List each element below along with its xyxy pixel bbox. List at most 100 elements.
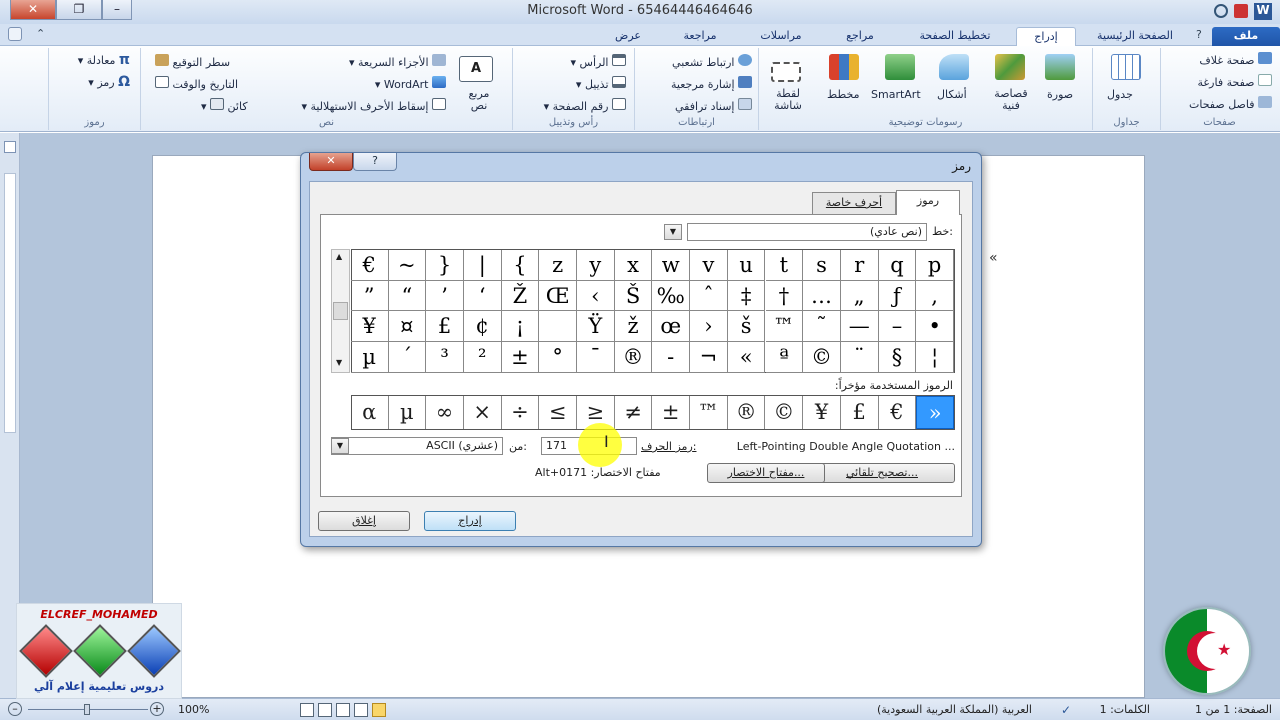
symbol-cell[interactable]: y: [577, 250, 615, 281]
font-dropdown-icon[interactable]: ▼: [664, 224, 682, 240]
dialog-close-button[interactable]: ✕: [309, 153, 353, 171]
symbol-cell[interactable]: ›: [690, 311, 728, 343]
symbol-cell[interactable]: ¯: [577, 342, 615, 373]
symbol-cell[interactable]: ’: [426, 280, 464, 312]
recent-symbol[interactable]: ®: [728, 396, 766, 429]
cover-page-button[interactable]: صفحة غلاف: [1199, 52, 1272, 67]
recent-symbol[interactable]: µ: [389, 396, 427, 429]
symbol-cell[interactable]: ‰: [652, 280, 691, 312]
symbol-cell[interactable]: •: [916, 311, 954, 343]
tab-file[interactable]: ملف: [1212, 27, 1280, 46]
tab-references[interactable]: مراجع: [830, 27, 890, 46]
bookmark-button[interactable]: إشارة مرجعية: [671, 76, 752, 91]
symbol-cell[interactable]: q: [878, 250, 917, 281]
symbol-cell[interactable]: †: [765, 280, 804, 312]
word-count[interactable]: الكلمات: 1: [1100, 703, 1150, 716]
symbol-cell[interactable]: œ: [652, 311, 691, 343]
scroll-up-icon[interactable]: ▲: [336, 252, 342, 261]
recent-symbol[interactable]: α: [351, 396, 389, 429]
tab-page-layout[interactable]: تخطيط الصفحة: [905, 27, 1005, 46]
symbol-cell[interactable]: ”: [350, 280, 389, 312]
drop-cap-button[interactable]: إسقاط الأحرف الاستهلالية ▾: [301, 98, 446, 113]
close-window-button[interactable]: ✕: [10, 0, 56, 20]
tab-view[interactable]: عرض: [598, 27, 658, 46]
symbol-cell[interactable]: ª: [765, 342, 804, 373]
quick-parts-button[interactable]: الأجزاء السريعة ▾: [349, 54, 446, 69]
symbol-cell[interactable]: ©: [803, 342, 841, 373]
symbol-cell[interactable]: ™: [765, 311, 804, 343]
page-number-button[interactable]: رقم الصفحة ▾: [544, 98, 626, 113]
shapes-button[interactable]: أشكال: [937, 88, 967, 101]
symbol-cell[interactable]: €: [350, 250, 389, 281]
symbol-cell[interactable]: ´: [388, 342, 427, 373]
symbol-cell[interactable]: t: [765, 250, 804, 281]
symbol-cell[interactable]: —: [840, 311, 879, 343]
recent-symbol-selected[interactable]: »: [916, 396, 954, 429]
tab-home[interactable]: الصفحة الرئيسية: [1085, 27, 1185, 46]
tab-insert[interactable]: إدراج: [1016, 27, 1076, 46]
scroll-thumb[interactable]: [333, 302, 348, 320]
print-layout-icon[interactable]: [372, 703, 386, 717]
symbol-cell[interactable]: {: [501, 250, 540, 281]
symbol-cell[interactable]: §: [878, 342, 917, 373]
symbol-cell[interactable]: ƒ: [878, 280, 917, 312]
zoom-out-icon[interactable]: –: [8, 702, 22, 716]
footer-button[interactable]: تذييل ▾: [576, 76, 626, 91]
font-select[interactable]: ▼ (نص عادي): [664, 223, 927, 241]
recent-symbol[interactable]: ≠: [615, 396, 653, 429]
symbol-cell[interactable]: ‡: [727, 280, 766, 312]
symbol-cell[interactable]: «: [727, 342, 766, 373]
dialog-help-button[interactable]: ?: [353, 153, 397, 171]
symbol-cell[interactable]: ¬: [690, 342, 728, 373]
close-dialog-button[interactable]: إغلاق: [318, 511, 410, 531]
picture-button[interactable]: صورة: [1047, 88, 1073, 101]
page-break-button[interactable]: فاصل صفحات: [1189, 96, 1272, 111]
draft-view-icon[interactable]: [300, 703, 314, 717]
help-icon[interactable]: ?: [1196, 28, 1202, 41]
symbol-cell[interactable]: ¤: [388, 311, 427, 343]
recent-symbol[interactable]: ¥: [803, 396, 841, 429]
blank-page-button[interactable]: صفحة فارغة: [1198, 74, 1272, 89]
symbol-cell[interactable]: x: [614, 250, 653, 281]
recent-symbol[interactable]: ∞: [426, 396, 464, 429]
symbol-cell[interactable]: ˜: [803, 311, 841, 343]
symbol-cell[interactable]: z: [539, 250, 577, 281]
from-select[interactable]: ▼ ASCII (عشري): [331, 437, 503, 455]
chevron-up-icon[interactable]: ⌃: [36, 27, 45, 40]
date-time-button[interactable]: التاريخ والوقت: [155, 76, 238, 91]
symbol-cell[interactable]: ±: [501, 342, 540, 373]
symbol-cell[interactable]: ‘: [463, 280, 502, 312]
recent-symbol[interactable]: ©: [766, 396, 804, 429]
tab-symbols[interactable]: رموز: [896, 190, 960, 215]
scroll-down-icon[interactable]: ▼: [336, 358, 342, 367]
word-app-icon[interactable]: W: [1254, 3, 1272, 20]
header-button[interactable]: الرأس ▾: [571, 54, 626, 69]
symbol-cell[interactable]: ¢: [463, 311, 502, 343]
page-count[interactable]: الصفحة: 1 من 1: [1195, 703, 1272, 716]
autocorrect-button[interactable]: تصحيح تلقائي...: [809, 463, 955, 483]
undo-icon[interactable]: [1214, 4, 1228, 18]
symbol-cell[interactable]: “: [388, 280, 427, 312]
symbol-cell[interactable]: ‹: [577, 280, 615, 312]
from-dropdown-icon[interactable]: ▼: [331, 438, 349, 454]
web-layout-icon[interactable]: [336, 703, 350, 717]
symbol-cell[interactable]: ®: [614, 342, 653, 373]
proofing-icon[interactable]: ✓: [1061, 703, 1075, 717]
symbol-cell[interactable]: š: [727, 311, 766, 343]
hyperlink-button[interactable]: ارتباط تشعبي: [672, 54, 752, 69]
signature-line-button[interactable]: سطر التوقيع: [155, 54, 230, 69]
outline-view-icon[interactable]: [318, 703, 332, 717]
minimize-window-button[interactable]: –: [102, 0, 132, 20]
recent-symbol[interactable]: £: [841, 396, 879, 429]
ruler-toggle-icon[interactable]: [4, 141, 16, 153]
zoom-slider-thumb[interactable]: [84, 704, 90, 715]
cross-reference-button[interactable]: إسناد ترافقي: [675, 98, 752, 113]
symbol-cell[interactable]: Š: [614, 280, 653, 312]
recent-symbol[interactable]: ±: [652, 396, 691, 429]
tab-mailings[interactable]: مراسلات: [745, 27, 817, 46]
object-button[interactable]: كائن ▾: [201, 98, 248, 113]
symbol-cell[interactable]: p: [916, 250, 954, 281]
symbol-cell[interactable]: „: [840, 280, 879, 312]
symbol-cell[interactable]: r: [840, 250, 879, 281]
save-icon[interactable]: [1234, 4, 1248, 18]
